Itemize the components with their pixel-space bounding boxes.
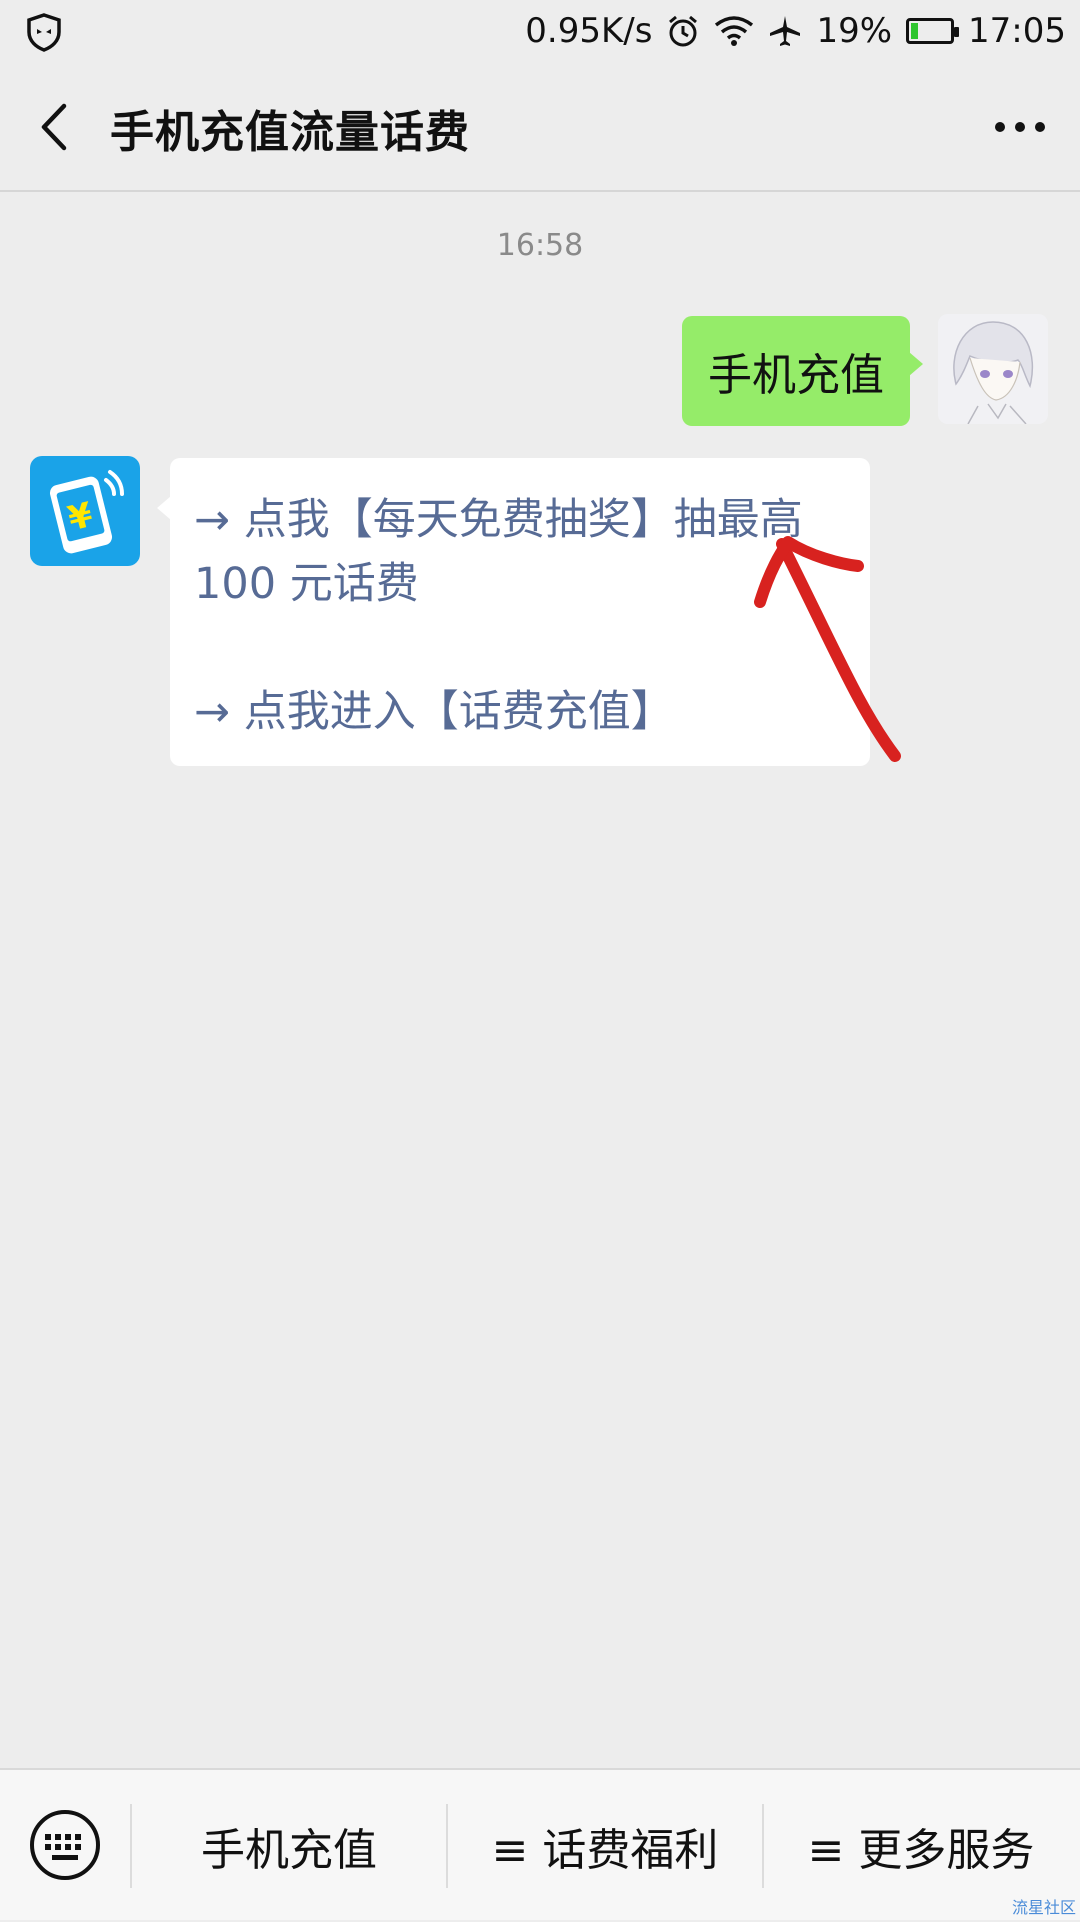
bottom-menu-bar: 手机充值 ≡ 话费福利 ≡ 更多服务 流星社区	[0, 1768, 1080, 1920]
menu-item-phone-recharge[interactable]: 手机充值	[132, 1770, 446, 1922]
battery-percent: 19%	[816, 11, 893, 51]
recharge-link[interactable]: → 点我进入【话费充值】	[194, 680, 846, 744]
battery-fill	[911, 23, 919, 39]
lottery-link-continued[interactable]: 100 元话费	[194, 552, 846, 616]
battery-icon	[906, 18, 960, 44]
keyboard-icon[interactable]	[28, 1808, 102, 1882]
anime-avatar-image	[938, 314, 1048, 424]
sent-message-text: 手机充值	[708, 350, 884, 401]
chevron-left-icon[interactable]	[30, 100, 80, 154]
user-avatar[interactable]	[938, 314, 1048, 424]
status-right: 0.95K/s 19% 17:05	[525, 6, 1066, 56]
more-dots-icon[interactable]	[990, 102, 1050, 152]
status-bar: 0.95K/s 19% 17:05	[0, 0, 1080, 62]
alarm-icon	[669, 15, 698, 47]
wifi-icon	[715, 16, 754, 46]
airplane-mode-icon	[770, 16, 801, 46]
network-speed: 0.95K/s	[525, 11, 653, 51]
shield-icon	[27, 13, 61, 52]
chat-timestamp: 16:58	[496, 228, 584, 263]
phone-recharge-logo-icon: ¥	[30, 456, 140, 566]
sent-message-bubble[interactable]: 手机充值	[682, 316, 923, 426]
lottery-link[interactable]: → 点我【每天免费抽奖】抽最高	[194, 488, 846, 552]
page-title: 手机充值流量话费	[110, 107, 470, 158]
watermark-text: 流星社区	[1011, 1898, 1076, 1917]
chat-header: 手机充值流量话费	[0, 62, 1080, 192]
status-time: 17:05	[968, 11, 1066, 51]
menu-item-bill-benefits[interactable]: ≡ 话费福利	[448, 1770, 762, 1922]
official-account-avatar[interactable]: ¥	[30, 456, 140, 566]
received-message-bubble: → 点我【每天免费抽奖】抽最高 100 元话费 → 点我进入【话费充值】	[157, 458, 870, 766]
